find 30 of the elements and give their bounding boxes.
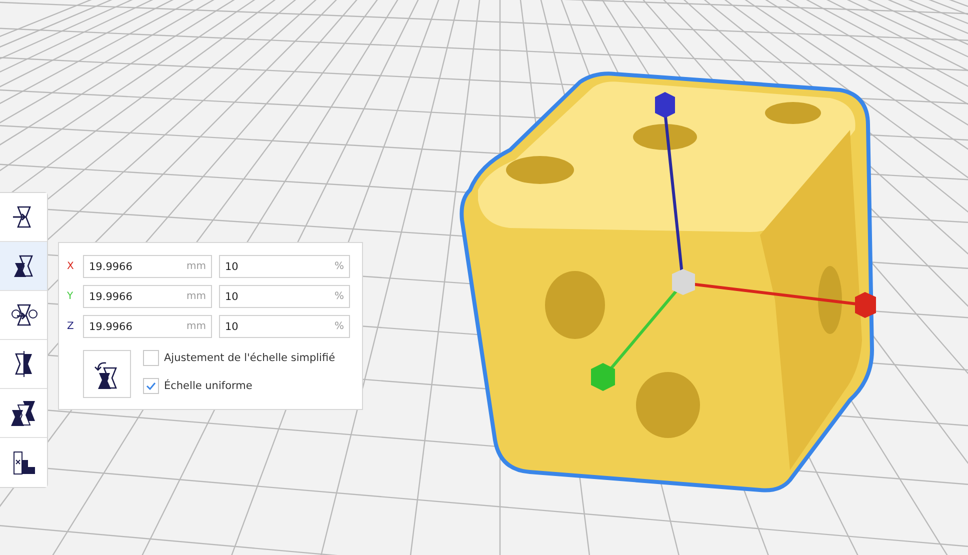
field-value: 19.9966 xyxy=(89,290,132,302)
field-value: 19.9966 xyxy=(89,260,132,272)
unit-label: % xyxy=(334,321,344,332)
tool-button[interactable] xyxy=(0,242,47,291)
field-value: 10 xyxy=(225,290,238,302)
tool-button[interactable] xyxy=(0,193,47,242)
field-value: 19.9966 xyxy=(89,320,132,332)
unit-label: mm xyxy=(186,291,206,302)
size-field[interactable]: 19.9966 mm xyxy=(83,285,212,308)
check-icon xyxy=(146,382,156,390)
size-field[interactable]: 19.9966 mm xyxy=(83,315,212,338)
percent-field[interactable]: 10 % xyxy=(219,285,350,308)
axis-label: Z xyxy=(67,321,75,332)
axis-label: Y xyxy=(67,291,74,302)
checkbox[interactable] xyxy=(143,378,159,394)
size-field[interactable]: 19.9966 mm xyxy=(83,255,212,278)
checkbox[interactable] xyxy=(143,350,159,366)
percent-field[interactable]: 10 % xyxy=(219,315,350,338)
axis-label: X xyxy=(67,261,75,272)
move-gizmo-drawing[interactable] xyxy=(591,92,876,391)
unit-label: % xyxy=(334,261,344,272)
reset-scale-button[interactable] xyxy=(83,350,131,398)
unit-label: mm xyxy=(186,321,206,332)
unit-label: mm xyxy=(186,261,206,272)
field-value: 10 xyxy=(225,260,238,272)
checkbox-label: Ajustement de l'échelle simplifié xyxy=(164,352,336,364)
percent-field[interactable]: 10 % xyxy=(219,255,350,278)
unit-label: % xyxy=(334,291,344,302)
field-value: 10 xyxy=(225,320,238,332)
checkbox-label: Échelle uniforme xyxy=(164,380,252,392)
